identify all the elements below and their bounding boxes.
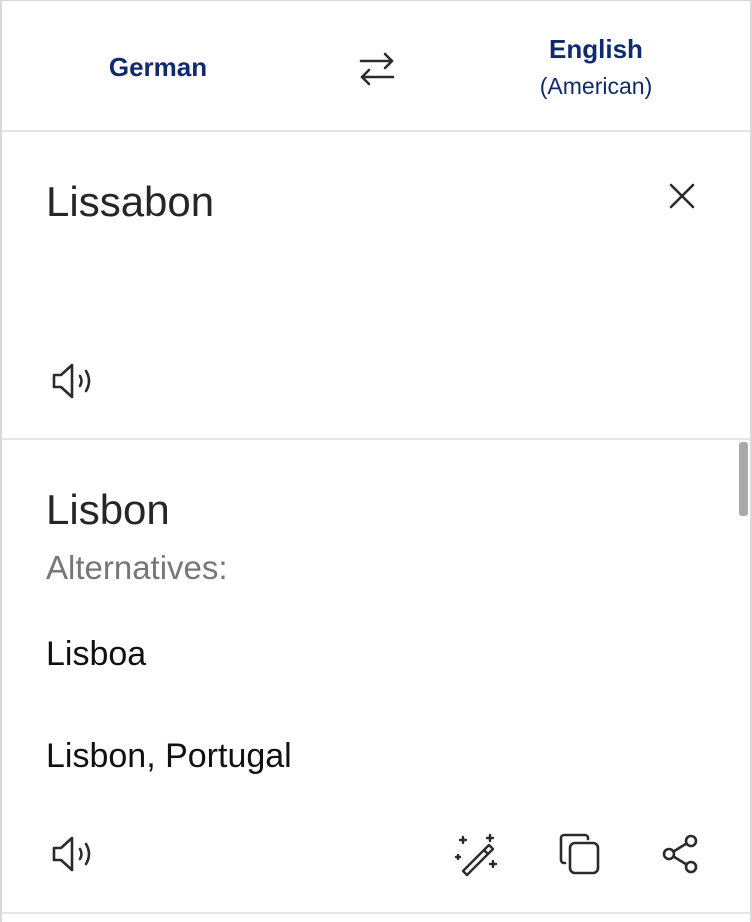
close-icon xyxy=(667,181,697,211)
speaker-icon xyxy=(50,361,98,401)
target-language-button[interactable]: English (American) xyxy=(496,1,696,132)
speak-translation-button[interactable] xyxy=(46,826,102,882)
source-panel: Lissabon xyxy=(2,134,750,440)
target-language-label: English xyxy=(549,33,643,64)
alternative-item[interactable]: Lisbon, Portugal xyxy=(46,734,292,778)
source-language-button[interactable]: German xyxy=(58,1,258,132)
copy-button[interactable] xyxy=(552,826,608,882)
translation-text: Lisbon xyxy=(46,486,170,533)
target-language-variant: (American) xyxy=(539,72,653,99)
improve-writing-button[interactable] xyxy=(448,826,504,882)
swap-languages-button[interactable] xyxy=(347,39,407,99)
result-panel: Lisbon Alternatives: Lisboa Lisbon, Port… xyxy=(2,442,750,914)
speak-source-button[interactable] xyxy=(50,356,106,406)
source-text-input[interactable]: Lissabon xyxy=(46,174,214,230)
source-language-label: German xyxy=(108,51,208,82)
swap-arrows-icon xyxy=(357,49,397,89)
alternative-item[interactable]: Lisboa xyxy=(46,632,146,676)
alternatives-label: Alternatives: xyxy=(46,549,228,586)
language-bar: German English (American) xyxy=(2,1,750,132)
translator-app: German English (American) Lissabon Lisbo… xyxy=(0,0,752,922)
share-button[interactable] xyxy=(652,826,708,882)
magic-wand-icon xyxy=(453,831,499,877)
clear-button[interactable] xyxy=(658,172,706,220)
share-icon xyxy=(660,833,700,875)
speaker-icon xyxy=(50,834,98,874)
copy-icon xyxy=(557,831,603,877)
result-scrollbar[interactable] xyxy=(739,442,748,516)
